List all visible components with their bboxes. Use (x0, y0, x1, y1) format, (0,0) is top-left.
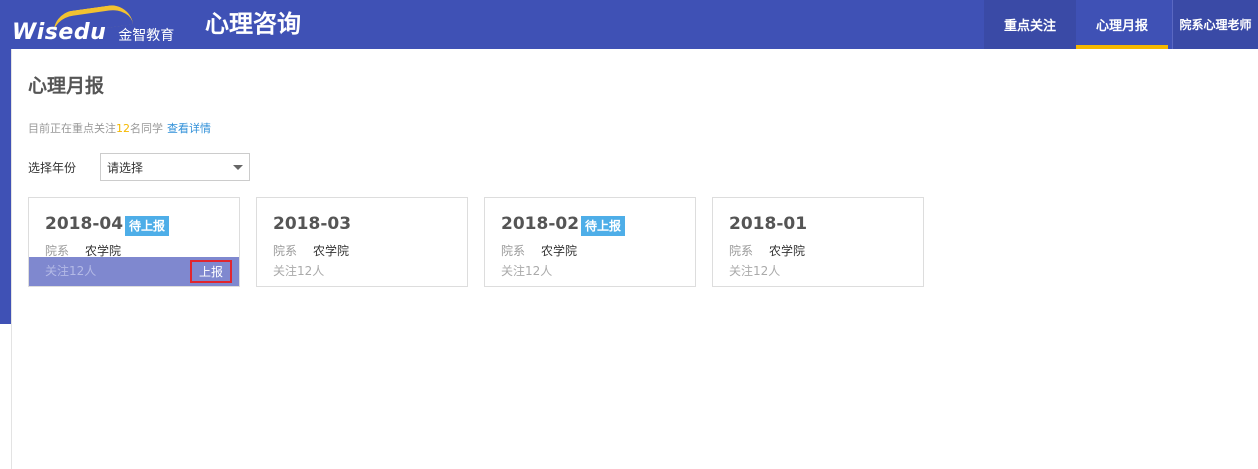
tab-monthly-report[interactable]: 心理月报 (1076, 0, 1168, 49)
dept-name: 农学院 (769, 244, 806, 258)
info-suffix: 名同学 (130, 122, 163, 135)
user-role-menu[interactable]: 院系心理老师 (1172, 0, 1258, 49)
dept-name: 农学院 (313, 244, 350, 258)
app-title: 心理咨询 (205, 10, 301, 38)
view-details-link[interactable]: 查看详情 (167, 122, 211, 135)
card-department: 院系 农学院 (273, 242, 349, 259)
card-month: 2018-02 (501, 214, 580, 234)
year-select[interactable]: 请选择 (100, 153, 250, 181)
card-month: 2018-03 (273, 214, 352, 234)
main-content: 心理月报 目前正在重点关注12名同学 查看详情 选择年份 请选择 2018-04 … (11, 49, 1258, 469)
chevron-down-icon (233, 165, 243, 170)
dept-name: 农学院 (85, 244, 122, 258)
card-follow-count: 关注12人 (45, 264, 97, 278)
card-follow-count: 关注12人 (501, 264, 553, 278)
year-label: 选择年份 (28, 161, 77, 175)
sidebar-strip (0, 49, 11, 324)
status-badge: 待上报 (125, 216, 170, 236)
card-action-bar: 关注12人 上报 (29, 257, 239, 286)
year-select-value: 请选择 (107, 160, 144, 175)
tab-label: 重点关注 (1003, 19, 1056, 34)
tab-label: 心理月报 (1095, 19, 1148, 34)
dept-label: 院系 (501, 244, 526, 258)
brand-wordmark: Wisedu (12, 20, 107, 45)
card-department: 院系 农学院 (501, 242, 577, 259)
month-card-2018-02[interactable]: 2018-02 待上报 院系 农学院 关注12人 (484, 197, 696, 287)
card-follow-count: 关注12人 (729, 264, 781, 278)
focus-info-line: 目前正在重点关注12名同学 查看详情 (28, 120, 211, 136)
month-card-2018-01[interactable]: 2018-01 院系 农学院 关注12人 (712, 197, 924, 287)
card-month: 2018-04 (45, 214, 124, 234)
focus-count: 12 (116, 122, 130, 135)
status-badge: 待上报 (581, 216, 626, 236)
brand-chinese-name: 金智教育 (118, 28, 175, 44)
brand-logo: Wisedu 金智教育 (12, 2, 175, 46)
dept-label: 院系 (273, 244, 298, 258)
card-department: 院系 农学院 (729, 242, 805, 259)
month-card-2018-04[interactable]: 2018-04 待上报 院系 农学院 关注12人 上报 (28, 197, 240, 287)
tab-key-focus[interactable]: 重点关注 (984, 0, 1076, 49)
month-card-2018-03[interactable]: 2018-03 院系 农学院 关注12人 (256, 197, 468, 287)
card-follow-count: 关注12人 (273, 264, 325, 278)
dept-label: 院系 (729, 244, 754, 258)
page-title: 心理月报 (28, 75, 105, 97)
user-role-label: 院系心理老师 (1179, 18, 1252, 32)
dept-name: 农学院 (541, 244, 578, 258)
card-month: 2018-01 (729, 214, 808, 234)
dept-label: 院系 (45, 244, 70, 258)
top-header: Wisedu 金智教育 心理咨询 重点关注 心理月报 院系心理老师 (0, 0, 1258, 49)
report-button[interactable]: 上报 (190, 260, 232, 283)
info-prefix: 目前正在重点关注 (28, 122, 116, 135)
top-nav: 重点关注 心理月报 (984, 0, 1168, 49)
